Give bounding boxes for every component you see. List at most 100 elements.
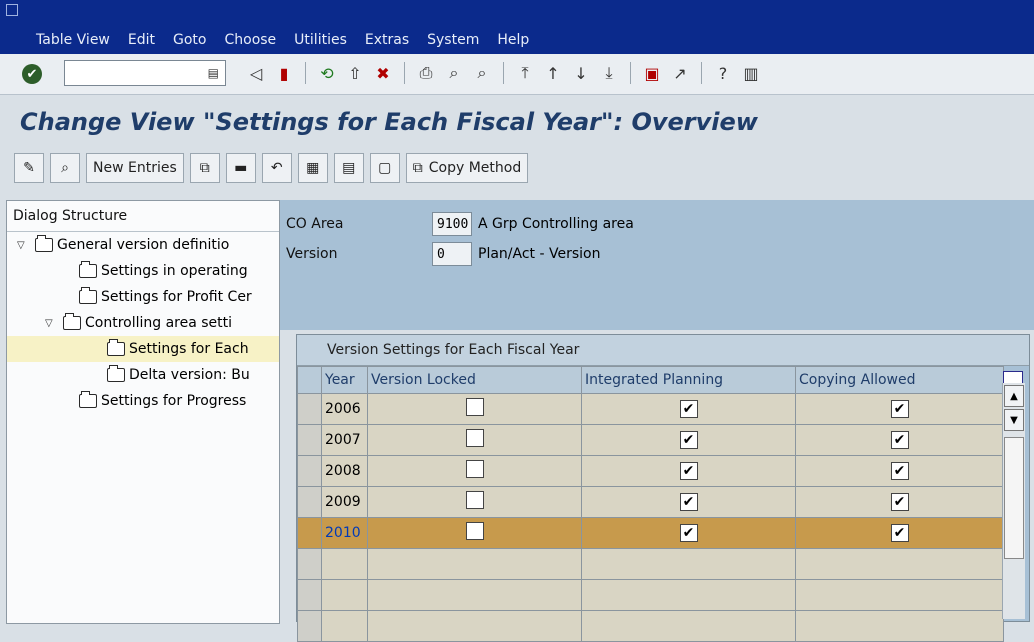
row-selector[interactable] xyxy=(297,548,322,580)
column-header-integrated-planning[interactable]: Integrated Planning xyxy=(581,366,796,394)
menu-choose[interactable]: Choose xyxy=(224,32,276,48)
copying-allowed-checkbox[interactable]: ✔ xyxy=(890,524,909,542)
find-next-icon[interactable]: ⌕ xyxy=(471,62,493,84)
table-row[interactable]: 2007 ✔ ✔ xyxy=(297,424,1004,456)
menu-goto[interactable]: Goto xyxy=(173,32,206,48)
copy-method-label: Copy Method xyxy=(428,160,522,176)
integrated-planning-checkbox[interactable]: ✔ xyxy=(679,462,698,480)
new-entries-label: New Entries xyxy=(93,160,177,176)
integrated-planning-checkbox[interactable]: ✔ xyxy=(679,400,698,418)
version-field: 0 xyxy=(432,242,472,266)
copy-method-button[interactable]: ⧉ Copy Method xyxy=(405,153,529,183)
row-selector[interactable] xyxy=(297,486,322,518)
empty-table-row[interactable] xyxy=(297,548,1004,580)
empty-table-row[interactable] xyxy=(297,579,1004,611)
print-icon[interactable]: ⎙ xyxy=(415,62,437,84)
exit-icon[interactable]: ⇧ xyxy=(344,62,366,84)
create-session-icon[interactable]: ▣ xyxy=(641,62,663,84)
integrated-planning-cell: ✔ xyxy=(581,517,796,549)
tree-item-general-version[interactable]: ▽ General version definitio xyxy=(7,232,279,258)
empty-cell xyxy=(795,610,1004,642)
menu-edit[interactable]: Edit xyxy=(128,32,155,48)
scroll-up-icon[interactable]: ▲ xyxy=(1004,385,1024,407)
cancel-icon[interactable]: ✖ xyxy=(372,62,394,84)
menu-system[interactable]: System xyxy=(427,32,479,48)
other-view-icon[interactable]: ⌕ xyxy=(50,153,80,183)
help-icon[interactable]: ? xyxy=(712,62,734,84)
command-history-icon[interactable]: ▤ xyxy=(208,66,219,80)
row-selector[interactable] xyxy=(297,393,322,425)
copying-allowed-cell: ✔ xyxy=(795,393,1004,425)
copying-allowed-checkbox[interactable]: ✔ xyxy=(890,431,909,449)
table-row[interactable]: 2008 ✔ ✔ xyxy=(297,455,1004,487)
menu-extras[interactable]: Extras xyxy=(365,32,409,48)
menu-help[interactable]: Help xyxy=(497,32,529,48)
table-row[interactable]: 2006 ✔ ✔ xyxy=(297,393,1004,425)
row-selector[interactable] xyxy=(297,610,322,642)
version-locked-checkbox[interactable] xyxy=(465,398,484,416)
first-page-icon[interactable]: ⤒ xyxy=(514,62,536,84)
undo-change-icon[interactable]: ↶ xyxy=(261,153,292,183)
menu-utilities[interactable]: Utilities xyxy=(294,32,347,48)
column-header-copying-allowed[interactable]: Copying Allowed xyxy=(795,366,1004,394)
next-page-icon[interactable]: ↓ xyxy=(570,62,592,84)
find-icon[interactable]: ⌕ xyxy=(443,62,465,84)
delete-icon[interactable]: ▬ xyxy=(225,153,256,183)
version-locked-checkbox[interactable] xyxy=(465,522,484,540)
row-selector[interactable] xyxy=(297,424,322,456)
column-header-version-locked[interactable]: Version Locked xyxy=(367,366,582,394)
copying-allowed-checkbox[interactable]: ✔ xyxy=(890,462,909,480)
layout-menu-icon[interactable]: ▥ xyxy=(740,62,762,84)
save-icon[interactable]: ▮ xyxy=(273,62,295,84)
previous-page-icon[interactable]: ↑ xyxy=(542,62,564,84)
collapse-icon[interactable]: ▽ xyxy=(17,240,31,251)
version-locked-checkbox[interactable] xyxy=(465,429,484,447)
vertical-scrollbar[interactable]: ▲ ▼ xyxy=(1002,383,1025,619)
deselect-all-icon[interactable]: ▢ xyxy=(369,153,400,183)
shortcut-icon[interactable]: ↗ xyxy=(669,62,691,84)
select-block-icon[interactable]: ▤ xyxy=(333,153,364,183)
integrated-planning-checkbox[interactable]: ✔ xyxy=(679,493,698,511)
empty-table-row[interactable] xyxy=(297,610,1004,642)
check-icon[interactable]: ✔ xyxy=(22,64,42,84)
year-cell: 2008 xyxy=(321,455,368,487)
window-menu-icon[interactable] xyxy=(6,4,18,16)
copy-as-icon[interactable]: ⧉ xyxy=(189,153,220,183)
table-row[interactable]: 2010 ✔ ✔ xyxy=(297,517,1004,549)
tree-item-settings-progress[interactable]: Settings for Progress xyxy=(7,388,279,414)
tree-item-controlling-area[interactable]: ▽ Controlling area setti xyxy=(7,310,279,336)
display-change-icon[interactable]: ✎ xyxy=(14,153,44,183)
integrated-planning-checkbox[interactable]: ✔ xyxy=(679,524,698,542)
command-field[interactable]: ▤ xyxy=(64,60,226,86)
row-selector[interactable] xyxy=(297,579,322,611)
year-cell: 2007 xyxy=(321,424,368,456)
empty-cell xyxy=(367,579,582,611)
tree-item-settings-each-fiscal-year[interactable]: Settings for Each xyxy=(7,336,279,362)
copying-allowed-checkbox[interactable]: ✔ xyxy=(890,400,909,418)
back-icon[interactable]: ⟲ xyxy=(316,62,338,84)
scroll-thumb[interactable] xyxy=(1004,437,1024,559)
folder-icon xyxy=(63,313,81,330)
row-selector[interactable] xyxy=(297,455,322,487)
version-locked-checkbox[interactable] xyxy=(465,491,484,509)
integrated-planning-checkbox[interactable]: ✔ xyxy=(679,431,698,449)
tree-item-settings-operating[interactable]: Settings in operating xyxy=(7,258,279,284)
table-row[interactable]: 2009 ✔ ✔ xyxy=(297,486,1004,518)
select-column-header[interactable] xyxy=(297,366,322,394)
collapse-icon[interactable]: ▽ xyxy=(45,318,59,329)
back-arrow-icon[interactable]: ◁ xyxy=(245,62,267,84)
copying-allowed-checkbox[interactable]: ✔ xyxy=(890,493,909,511)
select-all-icon[interactable]: ▦ xyxy=(297,153,328,183)
version-settings-table: Year Version Locked Integrated Planning … xyxy=(297,366,1004,642)
row-selector[interactable] xyxy=(297,517,322,549)
last-page-icon[interactable]: ⤓ xyxy=(598,62,620,84)
column-header-year[interactable]: Year xyxy=(321,366,368,394)
version-locked-checkbox[interactable] xyxy=(465,460,484,478)
empty-cell xyxy=(581,610,796,642)
tree-item-delta-version[interactable]: Delta version: Bu xyxy=(7,362,279,388)
integrated-planning-cell: ✔ xyxy=(581,486,796,518)
new-entries-button[interactable]: New Entries xyxy=(86,153,184,183)
tree-item-settings-profit-center[interactable]: Settings for Profit Cer xyxy=(7,284,279,310)
scroll-down-icon[interactable]: ▼ xyxy=(1004,409,1024,431)
menu-table-view[interactable]: Table View xyxy=(36,32,110,48)
